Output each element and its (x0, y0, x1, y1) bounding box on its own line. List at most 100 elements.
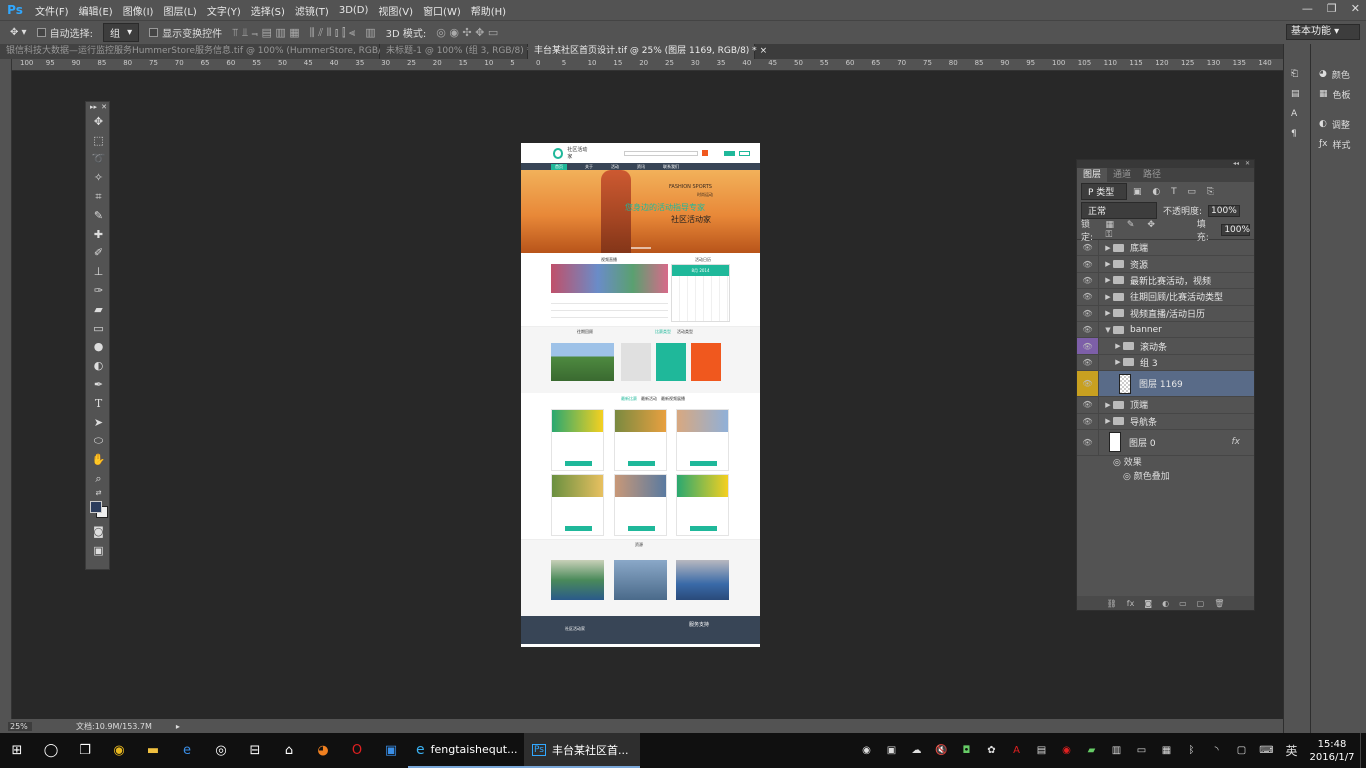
keyboard-icon[interactable]: ⌨ (1254, 733, 1279, 768)
taskview-icon[interactable]: ❐ (68, 733, 102, 768)
workspace-dropdown[interactable]: 基本功能 ▾ (1286, 24, 1360, 40)
layer-row[interactable]: 👁 ▶ 最新比赛活动，视频 (1077, 272, 1254, 290)
tab-close-icon[interactable]: × (760, 46, 768, 56)
visibility-eye-icon[interactable]: 👁 (1077, 397, 1099, 413)
edge-icon[interactable]: e (170, 733, 204, 768)
layer-row[interactable]: 👁 ▶ 资源 (1077, 256, 1254, 273)
visibility-eye-icon[interactable]: 👁 (1077, 338, 1099, 354)
color-swatches[interactable] (86, 498, 111, 522)
dock-colors[interactable]: ◕ 颜色 (1311, 64, 1366, 84)
cloud-icon[interactable]: ☁ (904, 733, 929, 768)
lock-icons[interactable]: ▦ ✎ ✥ ⚿ (1106, 220, 1171, 240)
pen-tool-icon[interactable]: ✒ (86, 375, 111, 394)
tray-app-icon[interactable]: ▭ (1129, 733, 1154, 768)
menu-select[interactable]: 选择(S) (246, 3, 290, 18)
visibility-eye-icon[interactable]: 👁 (1077, 305, 1099, 321)
tray-app-icon[interactable]: ▦ (1154, 733, 1179, 768)
panel-close-icon[interactable]: ✕ (1245, 160, 1250, 168)
opera-icon[interactable]: O (340, 733, 374, 768)
layer-row[interactable]: 👁 ▶ 组 3 (1077, 354, 1254, 372)
delete-layer-icon[interactable]: 🗑 (1214, 599, 1224, 608)
chevron-right-icon[interactable]: ▶ (1113, 342, 1123, 350)
toolbox-header[interactable]: ▸▸ ✕ (86, 102, 111, 112)
restore-icon[interactable]: ❐ (1327, 2, 1337, 15)
panel-collapse-icon[interactable]: ◂◂ (1233, 160, 1239, 168)
layer-row[interactable]: 👁 ▶ 滚动条 (1077, 338, 1254, 355)
wifi-icon[interactable]: ◝ (1204, 733, 1229, 768)
fill-field[interactable]: 100% (1221, 223, 1250, 236)
filter-icons[interactable]: ▣ ◐ T ▭ ⎘ (1133, 187, 1218, 197)
eyedropper-tool-icon[interactable]: ✎ (86, 206, 111, 225)
layer-row[interactable]: 👁 ▶ 底端 (1077, 240, 1254, 257)
gradient-tool-icon[interactable]: ▭ (86, 319, 111, 338)
hand-tool-icon[interactable]: ✋ (86, 450, 111, 469)
taskbar-window-ie[interactable]: e fengtaishequt... (408, 733, 524, 768)
tab-layers[interactable]: 图层 (1077, 168, 1108, 182)
properties-icon[interactable]: ▤ (1284, 84, 1310, 104)
tab-document-3[interactable]: 丰台某社区首页设计.tif @ 25% (图层 1169, RGB/8) * × (528, 44, 767, 59)
store-icon[interactable]: ⊟ (238, 733, 272, 768)
tray-app-icon[interactable]: ▣ (879, 733, 904, 768)
layer-kind-filter[interactable]: P 类型 (1081, 183, 1127, 200)
visibility-eye-icon[interactable]: 👁 (1077, 371, 1099, 397)
auto-select-checkbox[interactable] (36, 28, 46, 37)
new-layer-icon[interactable]: ▢ (1197, 599, 1205, 608)
firefox-icon[interactable]: ◕ (306, 733, 340, 768)
search-icon[interactable]: ◯ (34, 733, 68, 768)
new-group-icon[interactable]: ▭ (1179, 599, 1187, 608)
move-tool-preset-icon[interactable]: ✥ ▾ (10, 27, 27, 38)
tray-app-icon[interactable]: ▥ (1104, 733, 1129, 768)
chevron-right-icon[interactable]: ▶ (1103, 244, 1113, 252)
zoom-level[interactable]: 25% (8, 721, 32, 731)
quick-select-tool-icon[interactable]: ✧ (86, 168, 111, 187)
show-desktop-button[interactable] (1360, 733, 1366, 768)
visibility-eye-icon[interactable]: 👁 (1077, 321, 1099, 338)
foreground-color-swatch[interactable] (90, 500, 102, 513)
menu-layer[interactable]: 图层(L) (158, 3, 201, 18)
app-icon[interactable]: ▣ (374, 733, 408, 768)
chevron-right-icon[interactable]: ▶ (1103, 293, 1113, 301)
layer-row[interactable]: 👁 ▶ 视频直播/活动日历 (1077, 305, 1254, 322)
marquee-tool-icon[interactable]: ⬚ (86, 131, 111, 150)
visibility-eye-icon[interactable]: 👁 (1077, 289, 1099, 305)
dock-adjustments[interactable]: ◐ 调整 (1311, 114, 1366, 134)
path-select-tool-icon[interactable]: ➤ (86, 413, 111, 432)
lasso-tool-icon[interactable]: ➰ (86, 150, 111, 169)
brush-tool-icon[interactable]: ✐ (86, 244, 111, 263)
menu-image[interactable]: 图像(I) (118, 3, 159, 18)
character-icon[interactable]: A (1284, 104, 1310, 124)
qq-icon[interactable]: ◎ (204, 733, 238, 768)
ime-indicator[interactable]: 英 (1279, 733, 1304, 768)
tab-document-2[interactable]: 未标题-1 @ 100% (组 3, RGB/8) * × (380, 44, 542, 59)
nvidia-icon[interactable]: ▰ (1079, 733, 1104, 768)
swap-colors-icon[interactable]: ⇄ (86, 488, 111, 498)
visibility-eye-icon[interactable]: 👁 (1077, 429, 1099, 455)
healing-tool-icon[interactable]: ✚ (86, 225, 111, 244)
adjustment-layer-icon[interactable]: ◐ (1162, 599, 1169, 608)
opacity-field[interactable]: 100% (1208, 204, 1240, 217)
chevron-right-icon[interactable]: ▶ (1103, 276, 1113, 284)
layer-row[interactable]: 👁 ▶ 导航条 (1077, 413, 1254, 430)
screen-mode-icon[interactable]: ▣ (86, 541, 111, 560)
taskbar-window-ps[interactable]: Ps 丰台某社区首... (524, 733, 640, 768)
visibility-eye-icon[interactable]: 👁 (1077, 413, 1099, 429)
shape-tool-icon[interactable]: ⬭ (86, 432, 111, 451)
paragraph-icon[interactable]: ¶ (1284, 124, 1310, 144)
history-brush-tool-icon[interactable]: ✑ (86, 281, 111, 300)
menu-view[interactable]: 视图(V) (373, 3, 418, 18)
link-icon[interactable]: ⛓ (1107, 599, 1117, 608)
chevron-right-icon[interactable]: ▶ (1103, 309, 1113, 317)
visibility-eye-icon[interactable]: 👁 (1077, 256, 1099, 272)
auto-align-icon[interactable]: ▥ (365, 26, 375, 39)
explorer-icon[interactable]: ▬ (136, 733, 170, 768)
network-icon[interactable]: ⌂ (272, 733, 306, 768)
mute-icon[interactable]: 🔇 (929, 733, 954, 768)
menu-file[interactable]: 文件(F) (30, 3, 74, 18)
tray-app-icon[interactable]: ◉ (854, 733, 879, 768)
chevron-right-icon[interactable]: ▶ (1103, 401, 1113, 409)
layer-row[interactable]: 👁 ▶ 顶端 (1077, 397, 1254, 414)
chevron-right-icon[interactable]: ▶ (1113, 358, 1123, 366)
dock-styles[interactable]: ƒx 样式 (1311, 134, 1366, 154)
close-icon[interactable]: ✕ (1351, 2, 1360, 15)
zoom-tool-icon[interactable]: ⌕ (86, 469, 111, 488)
